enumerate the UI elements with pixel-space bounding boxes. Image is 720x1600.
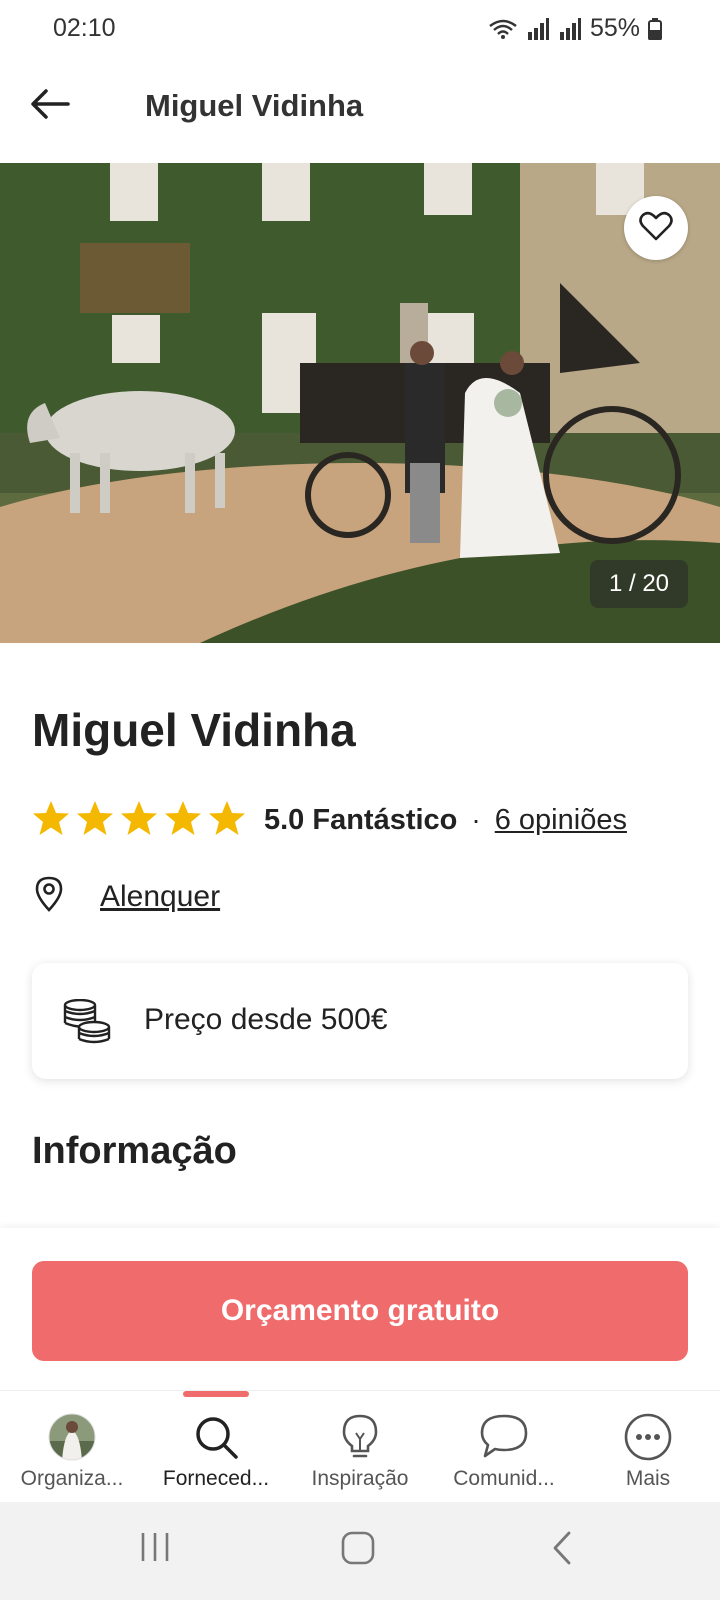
recent-apps-icon[interactable] bbox=[138, 1530, 172, 1569]
wifi-icon bbox=[488, 18, 518, 40]
star-icon bbox=[164, 800, 202, 841]
gallery-counter: 1 / 20 bbox=[590, 560, 688, 608]
star-icon bbox=[120, 800, 158, 841]
battery-percent: 55% bbox=[589, 14, 640, 42]
location-link[interactable]: Alenquer bbox=[100, 880, 220, 914]
nav-item-inspiration[interactable]: Inspiração bbox=[288, 1391, 432, 1503]
system-navigation-bar bbox=[0, 1502, 720, 1600]
arrow-left-icon bbox=[30, 88, 70, 125]
nav-label: Comunid... bbox=[453, 1467, 555, 1490]
app-bar: Miguel Vidinha bbox=[0, 60, 720, 160]
page-title: Miguel Vidinha bbox=[145, 88, 364, 123]
nav-item-more[interactable]: Mais bbox=[576, 1391, 720, 1503]
star-icon bbox=[32, 800, 70, 841]
chat-bubble-icon bbox=[479, 1413, 529, 1464]
free-quote-button[interactable]: Orçamento gratuito bbox=[32, 1261, 688, 1361]
home-icon[interactable] bbox=[340, 1530, 376, 1571]
section-title-information: Informação bbox=[32, 1130, 237, 1172]
star-icon bbox=[76, 800, 114, 841]
bottom-navigation: Organiza... Forneced... Inspiração Comun… bbox=[0, 1390, 720, 1503]
more-dots-icon bbox=[624, 1413, 672, 1466]
search-icon bbox=[192, 1413, 240, 1466]
rating-row: 5.0 Fantástico · 6 opiniões bbox=[32, 798, 627, 842]
avatar bbox=[48, 1413, 96, 1466]
cta-container: Orçamento gratuito bbox=[0, 1228, 720, 1390]
nav-item-vendors[interactable]: Forneced... bbox=[144, 1391, 288, 1503]
rating-stars bbox=[32, 800, 246, 841]
signal-icon bbox=[526, 17, 550, 40]
price-card: Preço desde 500€ bbox=[32, 963, 688, 1079]
nav-item-community[interactable]: Comunid... bbox=[432, 1391, 576, 1503]
nav-label: Forneced... bbox=[162, 1467, 270, 1490]
price-text: Preço desde 500€ bbox=[144, 1003, 388, 1036]
rating-separator: · bbox=[471, 804, 481, 835]
rating-score: 5.0 Fantástico bbox=[264, 803, 458, 836]
favorite-button[interactable] bbox=[624, 196, 688, 260]
status-time: 02:10 bbox=[53, 14, 116, 42]
location-pin-icon bbox=[34, 876, 64, 917]
location-row[interactable]: Alenquer bbox=[34, 876, 220, 917]
nav-label: Organiza... bbox=[20, 1467, 124, 1490]
system-back-icon[interactable] bbox=[550, 1530, 574, 1571]
status-icons: 55% bbox=[488, 14, 662, 43]
lightbulb-icon bbox=[340, 1413, 380, 1466]
star-icon bbox=[208, 800, 246, 841]
nav-label: Inspiração bbox=[311, 1467, 409, 1490]
back-button[interactable] bbox=[28, 84, 72, 128]
nav-label: Mais bbox=[625, 1467, 671, 1490]
nav-item-organizer[interactable]: Organiza... bbox=[0, 1391, 144, 1503]
battery-icon bbox=[648, 17, 662, 40]
heart-outline-icon bbox=[639, 210, 673, 247]
coins-icon bbox=[62, 998, 112, 1050]
status-bar: 02:10 55% bbox=[0, 0, 720, 60]
signal-icon-2 bbox=[558, 17, 582, 40]
vendor-name: Miguel Vidinha bbox=[32, 704, 356, 756]
reviews-link[interactable]: 6 opiniões bbox=[495, 804, 627, 837]
